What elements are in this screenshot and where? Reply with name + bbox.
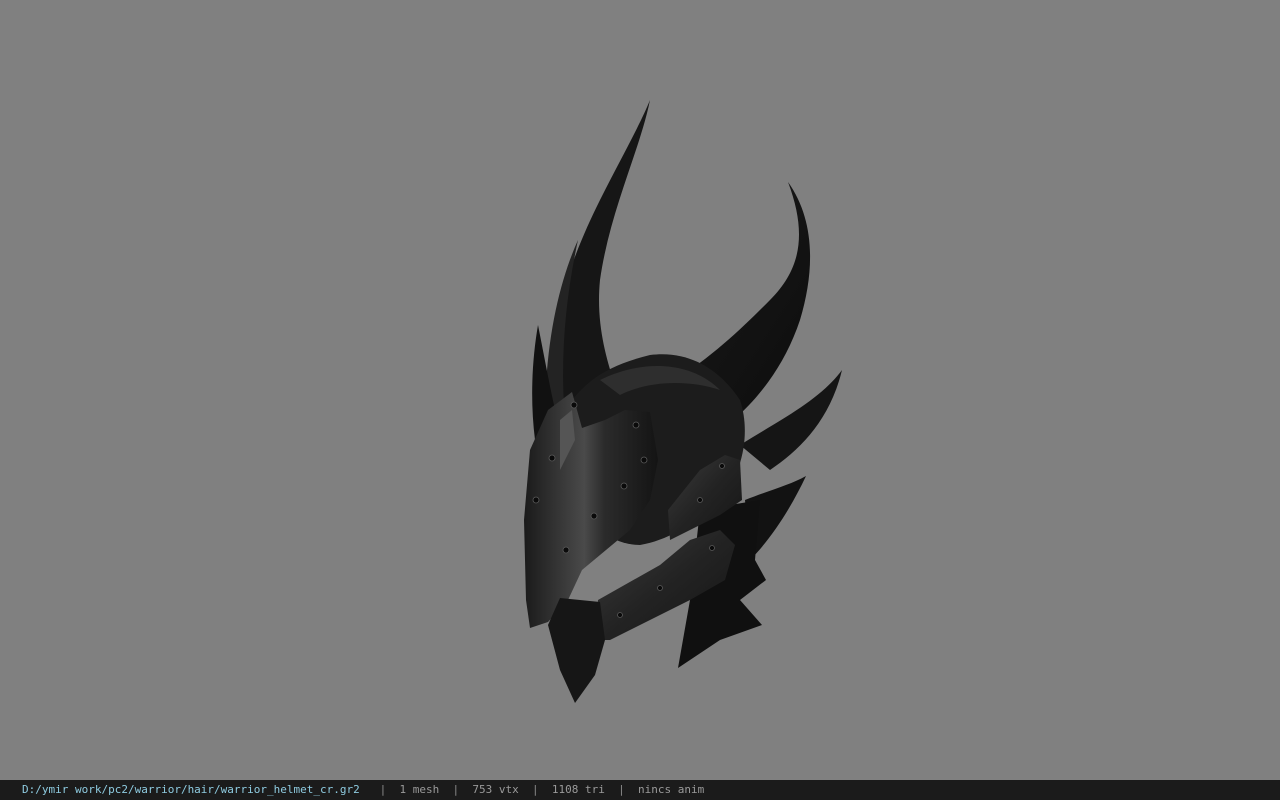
jaw-guard	[548, 598, 605, 703]
model-viewport[interactable]	[0, 0, 1280, 780]
file-path: D:/ymir work/pc2/warrior/hair/warrior_he…	[22, 783, 360, 796]
triangle-count: 1108 tri	[551, 783, 605, 796]
status-bar: D:/ymir work/pc2/warrior/hair/warrior_he…	[0, 780, 1280, 800]
separator: |	[618, 783, 625, 796]
helmet-model	[524, 100, 842, 703]
vertex-count: 753 vtx	[472, 783, 519, 796]
separator: |	[532, 783, 539, 796]
animation-status: nincs anim	[637, 783, 705, 796]
mesh-count: 1 mesh	[399, 783, 440, 796]
separator: |	[452, 783, 460, 796]
separator: |	[379, 783, 387, 796]
